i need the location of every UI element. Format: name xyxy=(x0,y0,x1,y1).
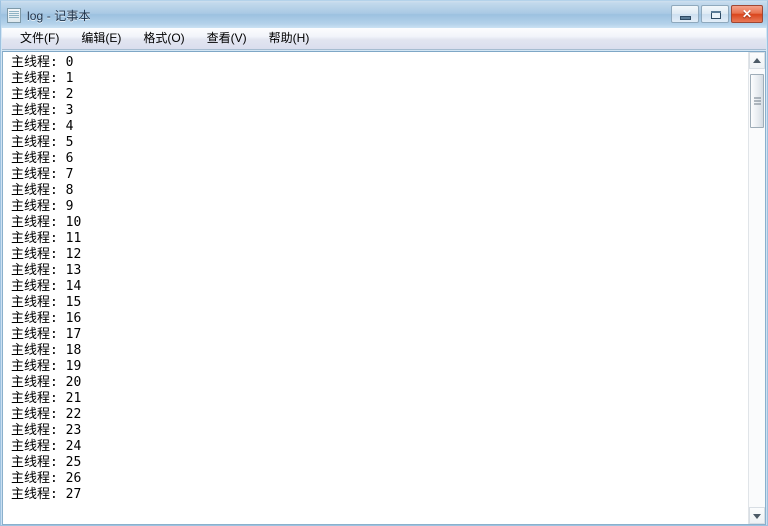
text-line: 主线程: 5 xyxy=(11,135,74,150)
minimize-icon xyxy=(680,16,691,20)
text-line: 主线程: 3 xyxy=(11,103,74,118)
text-line: 主线程: 8 xyxy=(11,183,74,198)
scroll-down-button[interactable] xyxy=(749,507,765,524)
grip-icon xyxy=(754,97,761,105)
close-icon: ✕ xyxy=(741,7,753,21)
text-line: 主线程: 4 xyxy=(11,119,74,134)
notepad-window: log - 记事本 ✕ 文件(F) 编辑(E) 格式(O) 查看(V) 帮助(H… xyxy=(0,0,768,526)
menu-bar: 文件(F) 编辑(E) 格式(O) 查看(V) 帮助(H) xyxy=(2,28,766,50)
text-line: 主线程: 1 xyxy=(11,71,74,86)
text-line: 主线程: 20 xyxy=(11,375,82,390)
text-line: 主线程: 21 xyxy=(11,391,82,406)
menu-item-format[interactable]: 格式(O) xyxy=(135,30,192,48)
restore-icon xyxy=(711,11,721,19)
window-controls: ✕ xyxy=(671,5,763,23)
text-line: 主线程: 16 xyxy=(11,311,82,326)
text-line: 主线程: 25 xyxy=(11,455,82,470)
text-line: 主线程: 11 xyxy=(11,231,82,246)
text-line: 主线程: 12 xyxy=(11,247,82,262)
text-line: 主线程: 13 xyxy=(11,263,82,278)
vertical-scrollbar[interactable] xyxy=(748,52,765,524)
text-editor-area[interactable]: 主线程: 0 主线程: 1 主线程: 2 主线程: 3 主线程: 4 主线程: 5 主线程:… xyxy=(3,52,748,524)
close-button[interactable]: ✕ xyxy=(731,5,763,23)
text-line: 主线程: 27 xyxy=(11,487,82,502)
menu-item-file[interactable]: 文件(F) xyxy=(12,30,67,48)
text-line: 主线程: 17 xyxy=(11,327,82,342)
menu-item-edit[interactable]: 编辑(E) xyxy=(73,30,129,48)
window-title: log - 记事本 xyxy=(27,8,91,23)
text-line: 主线程: 7 xyxy=(11,167,74,182)
text-line: 主线程: 26 xyxy=(11,471,82,486)
scrollbar-thumb[interactable] xyxy=(750,74,764,128)
text-line: 主线程: 0 xyxy=(11,55,74,70)
text-line: 主线程: 14 xyxy=(11,279,82,294)
title-bar[interactable]: log - 记事本 ✕ xyxy=(1,1,767,28)
client-area: 主线程: 0 主线程: 1 主线程: 2 主线程: 3 主线程: 4 主线程: 5 主线程:… xyxy=(2,51,766,525)
minimize-button[interactable] xyxy=(671,5,699,23)
restore-button[interactable] xyxy=(701,5,729,23)
text-line: 主线程: 18 xyxy=(11,343,82,358)
text-line: 主线程: 9 xyxy=(11,199,74,214)
text-line: 主线程: 6 xyxy=(11,151,74,166)
text-line: 主线程: 10 xyxy=(11,215,82,230)
menu-item-view[interactable]: 查看(V) xyxy=(199,30,255,48)
menu-item-help[interactable]: 帮助(H) xyxy=(261,30,318,48)
scrollbar-track[interactable] xyxy=(749,69,765,507)
text-line: 主线程: 24 xyxy=(11,439,82,454)
text-line: 主线程: 23 xyxy=(11,423,82,438)
text-line: 主线程: 2 xyxy=(11,87,74,102)
text-line: 主线程: 15 xyxy=(11,295,82,310)
text-line: 主线程: 19 xyxy=(11,359,82,374)
notepad-document-icon xyxy=(7,7,21,23)
chevron-up-icon xyxy=(753,57,761,63)
text-line: 主线程: 22 xyxy=(11,407,82,422)
title-bar-content: log - 记事本 xyxy=(7,5,91,25)
scroll-up-button[interactable] xyxy=(749,52,765,69)
chevron-down-icon xyxy=(753,513,761,519)
